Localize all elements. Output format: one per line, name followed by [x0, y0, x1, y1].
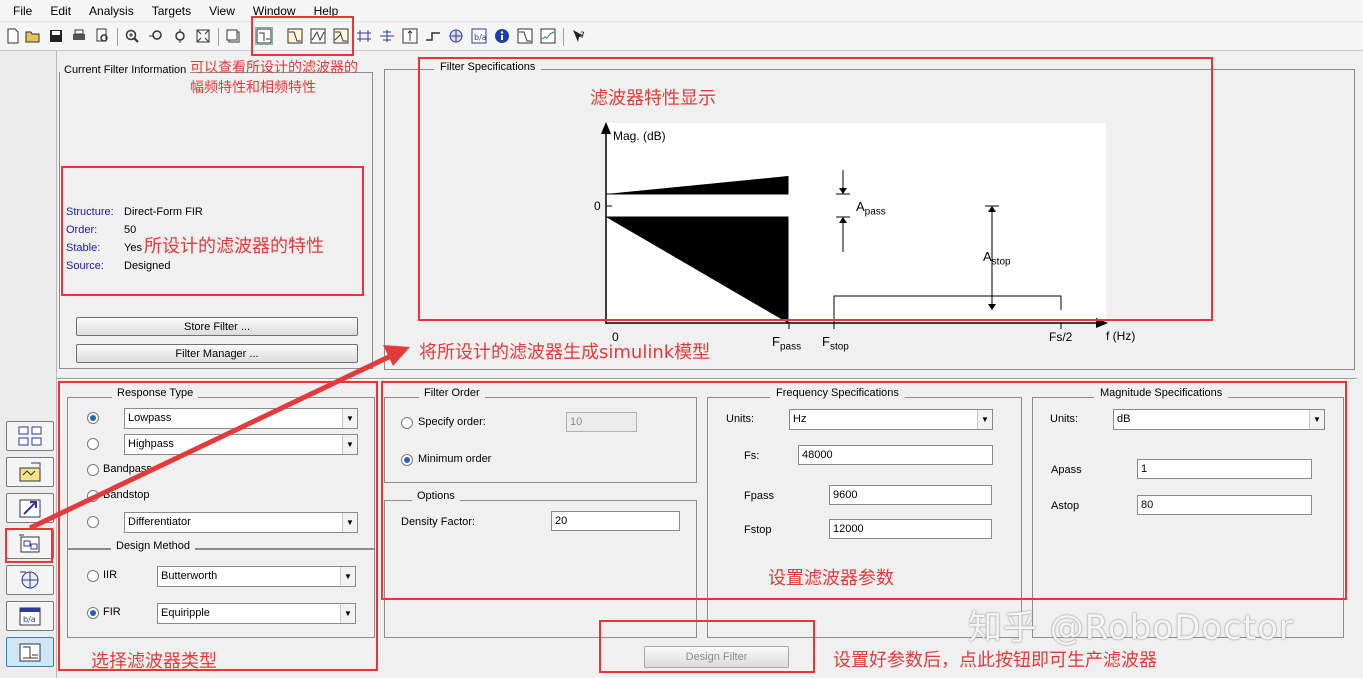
annotation-simulink: 将所设计的滤波器生成simulink模型	[419, 342, 711, 363]
annotation-design-hint: 设置好参数后，点此按钮即可生产滤波器	[833, 650, 1157, 671]
annotation-arrow-shaft	[28, 351, 397, 531]
annotation-view-response-line2: 幅频特性和相频特性	[190, 80, 316, 96]
annotation-select-type: 选择滤波器类型	[91, 651, 217, 672]
annotation-filter-properties: 所设计的滤波器的特性	[144, 236, 324, 257]
annotation-set-params: 设置滤波器参数	[768, 568, 894, 589]
annotation-view-response-line1: 可以查看所设计的滤波器的	[190, 60, 358, 76]
annotation-filter-display: 滤波器特性显示	[590, 88, 716, 109]
